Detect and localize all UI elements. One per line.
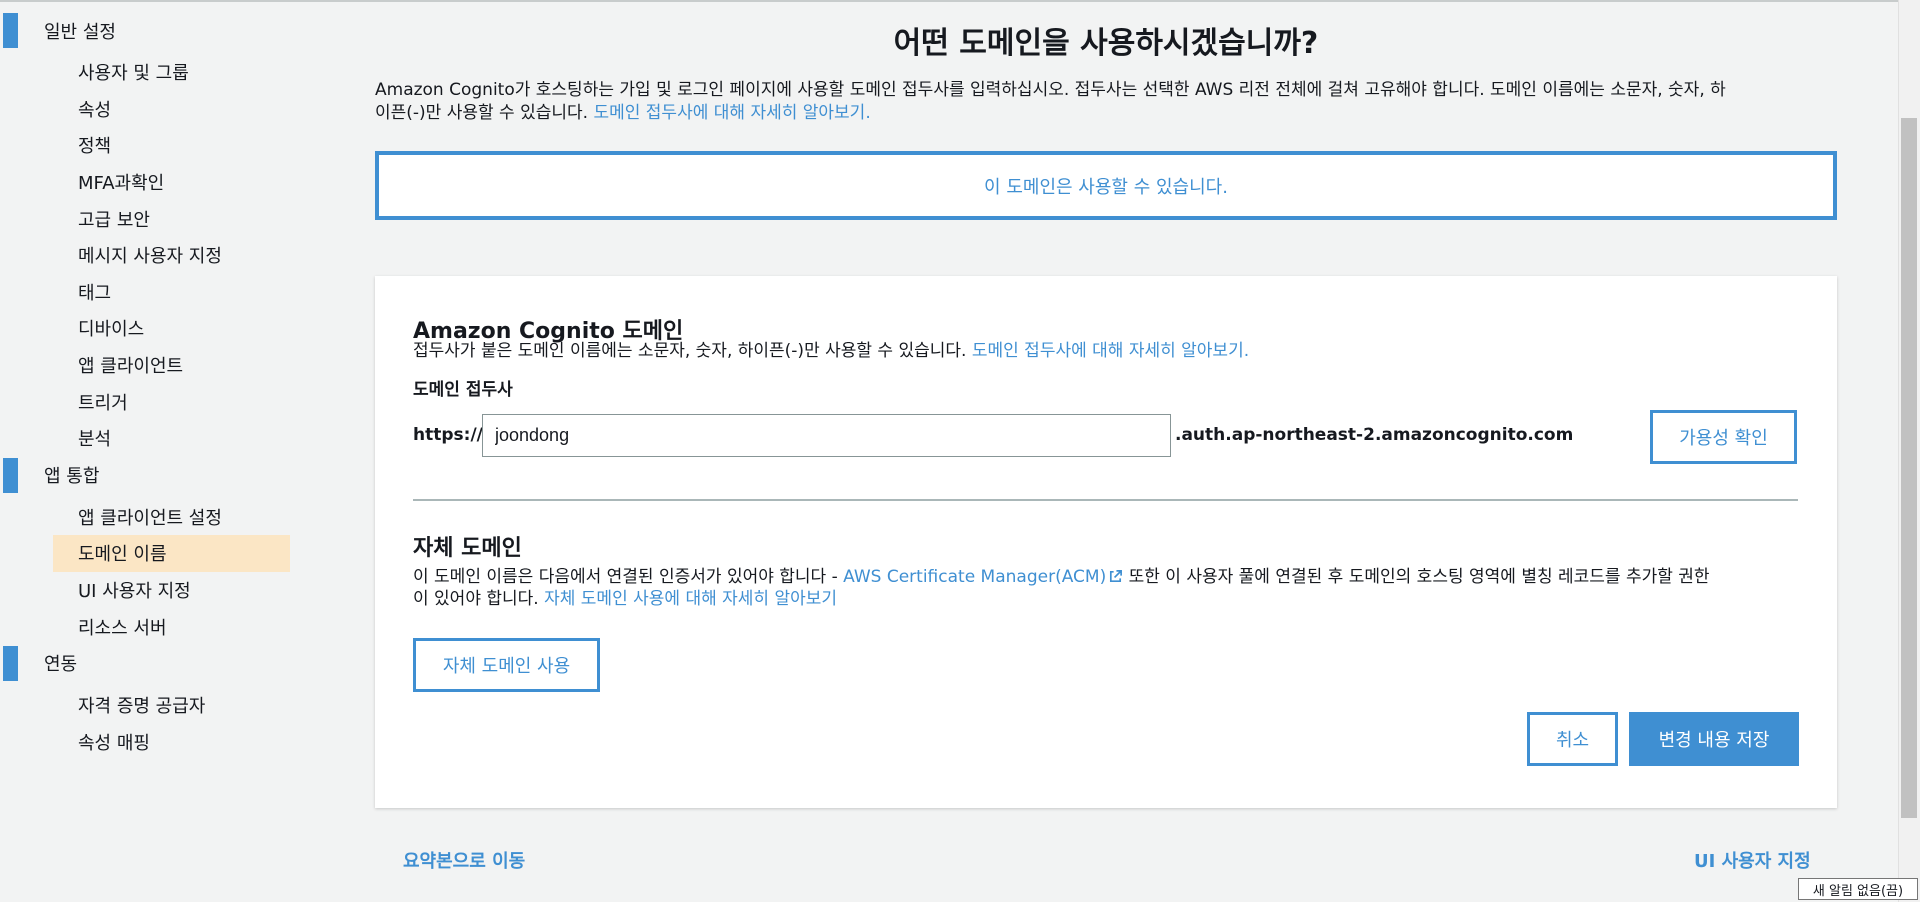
sidebar-item-attributes[interactable]: 속성 <box>53 91 290 128</box>
custom-domain-title: 자체 도메인 <box>413 536 522 561</box>
description-text: 이 도메인 이름은 다음에서 연결된 인증서가 있어야 합니다 - <box>413 567 844 587</box>
sidebar-item-identity-providers[interactable]: 자격 증명 공급자 <box>53 687 290 724</box>
sidebar-item-label: 태그 <box>78 282 112 304</box>
availability-message: 이 도메인은 사용할 수 있습니다. <box>984 176 1228 198</box>
sidebar-section-label: 일반 설정 <box>44 21 116 43</box>
sidebar-section-app-integration[interactable]: 앱 통합 <box>0 457 300 494</box>
domain-prefix-input[interactable] <box>482 414 1171 457</box>
sidebar-item-domain-name[interactable]: 도메인 이름 <box>53 535 290 572</box>
scrollbar-thumb[interactable] <box>1901 118 1917 818</box>
sidebar-item-tags[interactable]: 태그 <box>53 274 290 311</box>
cancel-button[interactable]: 취소 <box>1527 712 1618 766</box>
sidebar-section-label: 연동 <box>44 654 78 676</box>
sidebar-item-triggers[interactable]: 트리거 <box>53 383 290 420</box>
external-link-icon <box>1110 570 1123 583</box>
save-changes-button[interactable]: 변경 내용 저장 <box>1629 712 1799 766</box>
domain-prefix-label: 도메인 접두사 <box>413 380 513 400</box>
acm-link-label: AWS Certificate Manager(ACM) <box>843 567 1107 587</box>
sidebar-item-label: 정책 <box>78 136 112 158</box>
description-text: 접두사가 붙은 도메인 이름에는 소문자, 숫자, 하이픈(-)만 사용할 수 … <box>413 341 972 361</box>
section-divider <box>413 499 1798 501</box>
acm-link[interactable]: AWS Certificate Manager(ACM) <box>843 567 1123 587</box>
sidebar-item-app-clients[interactable]: 앱 클라이언트 <box>53 347 290 384</box>
sidebar-item-label: 자격 증명 공급자 <box>78 696 206 718</box>
use-custom-domain-button[interactable]: 자체 도메인 사용 <box>413 638 600 692</box>
learn-custom-domain-link[interactable]: 자체 도메인 사용에 대해 자세히 알아보기 <box>544 589 837 609</box>
go-to-summary-link[interactable]: 요약본으로 이동 <box>403 847 525 873</box>
sidebar-item-app-client-settings[interactable]: 앱 클라이언트 설정 <box>53 499 290 536</box>
description-text-cont: 또한 이 사용자 풀에 연결된 후 도메인의 호스팅 영역에 별칭 레코드를 추… <box>1123 567 1710 587</box>
sidebar-item-message-customization[interactable]: 메시지 사용자 지정 <box>53 237 290 274</box>
intro-text-cont: 이픈(-)만 사용할 수 있습니다. <box>375 103 594 123</box>
sidebar-section-federation[interactable]: 연동 <box>0 645 300 682</box>
check-availability-button[interactable]: 가용성 확인 <box>1650 410 1797 464</box>
sidebar-item-advanced-security[interactable]: 고급 보안 <box>53 200 290 237</box>
section-marker <box>3 645 18 681</box>
domain-card: Amazon Cognito 도메인 접두사가 붙은 도메인 이름에는 소문자,… <box>375 276 1837 808</box>
sidebar-item-label: MFA과확인 <box>78 173 165 195</box>
sidebar-item-devices[interactable]: 디바이스 <box>53 310 290 347</box>
sidebar-section-general[interactable]: 일반 설정 <box>0 12 300 49</box>
sidebar-item-label: 트리거 <box>78 392 128 414</box>
sidebar-item-label: UI 사용자 지정 <box>78 581 191 603</box>
description-text-end: 이 있어야 합니다. <box>413 589 545 609</box>
page-intro: Amazon Cognito가 호스팅하는 가입 및 로그인 페이지에 사용할 … <box>375 79 1830 125</box>
sidebar-item-label: 리소스 서버 <box>78 617 167 639</box>
custom-domain-description: 이 도메인 이름은 다음에서 연결된 인증서가 있어야 합니다 - AWS Ce… <box>413 566 1803 610</box>
sidebar-item-label: 분석 <box>78 429 112 451</box>
url-suffix: .auth.ap-northeast-2.amazoncognito.com <box>1175 425 1574 445</box>
sidebar-item-analytics[interactable]: 분석 <box>53 420 290 457</box>
sidebar-item-label: 디바이스 <box>78 319 145 341</box>
learn-domain-prefix-link-2[interactable]: 도메인 접두사에 대해 자세히 알아보기. <box>972 341 1249 361</box>
sidebar-item-label: 속성 <box>78 99 112 121</box>
sidebar-item-label: 메시지 사용자 지정 <box>78 246 222 268</box>
cognito-domain-description: 접두사가 붙은 도메인 이름에는 소문자, 숫자, 하이픈(-)만 사용할 수 … <box>413 340 1249 362</box>
section-marker <box>3 457 18 493</box>
sidebar-item-users-groups[interactable]: 사용자 및 그룹 <box>53 54 290 91</box>
notification-status-tooltip: 새 알림 없음(끔) <box>1798 878 1918 900</box>
sidebar-item-label: 앱 클라이언트 설정 <box>78 507 222 529</box>
sidebar-item-label: 앱 클라이언트 <box>78 356 184 378</box>
sidebar-item-attribute-mapping[interactable]: 속성 매핑 <box>53 724 290 761</box>
url-prefix: https:// <box>413 425 483 445</box>
section-marker <box>3 13 18 48</box>
page-title: 어떤 도메인을 사용하시겠습니까? <box>893 26 1319 61</box>
intro-text: Amazon Cognito가 호스팅하는 가입 및 로그인 페이지에 사용할 … <box>375 80 1726 100</box>
sidebar-section-label: 앱 통합 <box>44 466 100 488</box>
sidebar-item-label: 도메인 이름 <box>78 544 167 566</box>
sidebar-item-resource-servers[interactable]: 리소스 서버 <box>53 608 290 645</box>
sidebar-item-label: 사용자 및 그룹 <box>78 63 189 85</box>
sidebar-item-label: 속성 매핑 <box>78 732 150 754</box>
sidebar-item-policies[interactable]: 정책 <box>53 127 290 164</box>
learn-domain-prefix-link[interactable]: 도메인 접두사에 대해 자세히 알아보기. <box>593 103 870 123</box>
sidebar-item-mfa[interactable]: MFA과확인 <box>53 164 290 201</box>
availability-alert: 이 도메인은 사용할 수 있습니다. <box>375 151 1837 220</box>
ui-customization-link[interactable]: UI 사용자 지정 <box>1694 847 1811 873</box>
sidebar-nav: 일반 설정 사용자 및 그룹 속성 정책 MFA과확인 고급 보안 메시지 사용… <box>0 12 300 760</box>
sidebar-item-ui-customization[interactable]: UI 사용자 지정 <box>53 572 290 609</box>
sidebar-item-label: 고급 보안 <box>78 209 150 231</box>
top-border <box>0 0 1920 2</box>
